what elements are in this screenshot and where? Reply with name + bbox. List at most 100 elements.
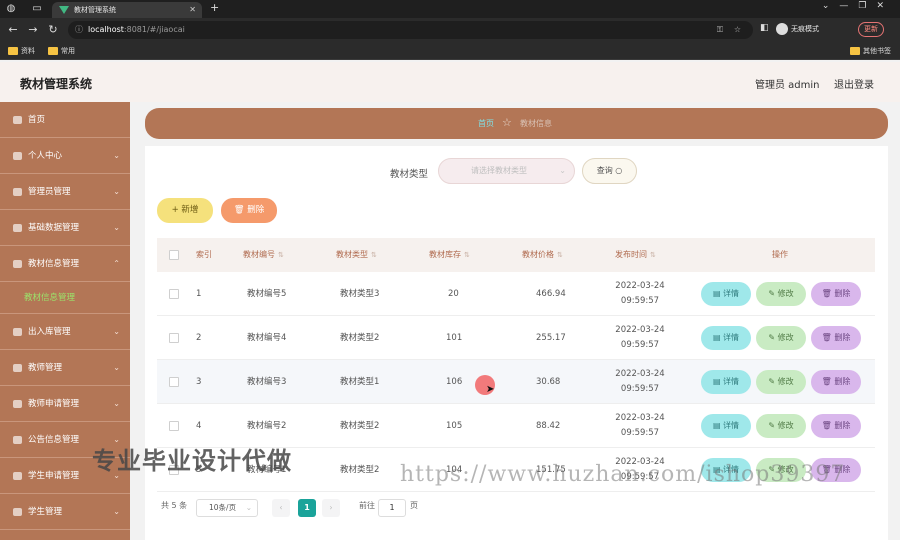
remove-label: 删除 xyxy=(834,333,851,342)
cell-price: 30.68 xyxy=(536,377,561,387)
remove-button[interactable]: 🗑 删除 xyxy=(811,414,861,438)
new-tab-icon[interactable]: + xyxy=(210,1,219,14)
sidebar-item-label: 公告信息管理 xyxy=(28,435,80,445)
other-bookmarks[interactable]: 其他书签 xyxy=(850,45,891,57)
page-size-value: 10条/页 xyxy=(209,503,237,512)
search-button[interactable]: 查询 ○ xyxy=(582,158,637,184)
mouse-cursor-icon: ➤ xyxy=(486,384,495,395)
detail-button[interactable]: ▤ 详情 xyxy=(701,414,751,438)
tab-search-icon[interactable]: ▭ xyxy=(30,2,44,16)
row-checkbox[interactable] xyxy=(169,377,179,387)
cell-code: 教材编号3 xyxy=(247,377,287,387)
url-host: localhost xyxy=(88,25,124,34)
back-icon[interactable]: ← xyxy=(6,23,20,36)
sidebar-item-textbook-info[interactable]: 教材信息管理 ⌃ xyxy=(0,246,130,282)
row-checkbox[interactable] xyxy=(169,289,179,299)
table-row[interactable]: 3 教材编号3 教材类型1 106 30.68 2022-03-24 09:59… xyxy=(157,360,875,404)
sidebar-item-basic-data[interactable]: 基础数据管理 ⌄ xyxy=(0,210,130,246)
row-checkbox[interactable] xyxy=(169,333,179,343)
col-code[interactable]: 教材编号 ⇅ xyxy=(243,238,284,272)
cell-type: 教材类型1 xyxy=(340,377,380,387)
site-info-icon[interactable]: ⓘ xyxy=(75,21,83,39)
sidebar-item-teacher[interactable]: 教师管理 ⌄ xyxy=(0,350,130,386)
row-checkbox[interactable] xyxy=(169,421,179,431)
col-type[interactable]: 教材类型 ⇅ xyxy=(336,238,377,272)
url-field[interactable]: ⓘ localhost:8081/#/jiaocai ⚿ ☆ xyxy=(68,21,753,39)
page-number-current[interactable]: 1 xyxy=(298,499,316,517)
sidebar-item-home[interactable]: 首页 xyxy=(0,102,130,138)
browser-menu-icon[interactable]: ◍ xyxy=(4,2,18,16)
detail-button[interactable]: ▤ 详情 xyxy=(701,326,751,350)
tab-title: 教材管理系统 xyxy=(74,6,116,14)
remove-button[interactable]: 🗑 删除 xyxy=(811,326,861,350)
sidebar-item-student[interactable]: 学生管理 ⌄ xyxy=(0,494,130,530)
breadcrumb-home[interactable]: 首页 xyxy=(478,118,494,129)
watermark-text: 专业毕业设计代做 xyxy=(92,447,292,475)
page-size-select[interactable]: 10条/页 ⌄ xyxy=(196,499,258,517)
teacher-icon xyxy=(13,364,22,372)
sidebar-item-inventory[interactable]: 出入库管理 ⌄ xyxy=(0,314,130,350)
book-icon xyxy=(13,260,22,268)
data-icon xyxy=(13,224,22,232)
remove-button[interactable]: 🗑 删除 xyxy=(811,282,861,306)
sort-icon[interactable]: ⇅ xyxy=(557,251,563,259)
sidebar-item-teacher-request[interactable]: 教师申请管理 ⌄ xyxy=(0,386,130,422)
edit-button[interactable]: ✎ 修改 xyxy=(756,326,806,350)
edit-button[interactable]: ✎ 修改 xyxy=(756,414,806,438)
browser-tab[interactable]: 教材管理系统 ✕ xyxy=(52,2,202,18)
reload-icon[interactable]: ↻ xyxy=(46,23,60,36)
next-page-button[interactable]: › xyxy=(322,499,340,517)
sidebar-item-profile[interactable]: 个人中心 ⌄ xyxy=(0,138,130,174)
col-stock[interactable]: 教材库存 ⇅ xyxy=(429,238,470,272)
sort-icon[interactable]: ⇅ xyxy=(278,251,284,259)
chevron-down-icon: ⌄ xyxy=(113,151,120,160)
col-stock-label: 教材库存 xyxy=(429,250,461,259)
edit-button[interactable]: ✎ 修改 xyxy=(756,370,806,394)
search-button-label: 查询 xyxy=(596,166,613,175)
bookmark-star-icon[interactable]: ☆ xyxy=(734,21,741,39)
prev-page-button[interactable]: ‹ xyxy=(272,499,290,517)
col-actions: 操作 xyxy=(772,250,788,259)
textbook-type-select[interactable]: 请选择教材类型 ⌄ xyxy=(438,158,575,184)
browser-tab-bar: ◍ ▭ 教材管理系统 ✕ + ⌄—❐✕ xyxy=(0,0,900,18)
sort-icon[interactable]: ⇅ xyxy=(464,251,470,259)
table-header: 索引 教材编号 ⇅ 教材类型 ⇅ 教材库存 ⇅ 教材价格 ⇅ 发布时间 ⇅ 操作 xyxy=(157,238,875,272)
delete-button-label: 删除 xyxy=(247,205,265,215)
current-user: 管理员 admin xyxy=(755,80,820,91)
cell-price: 255.17 xyxy=(536,333,566,343)
incognito-indicator[interactable]: 无痕模式 xyxy=(776,23,819,35)
cell-price: 466.94 xyxy=(536,289,566,299)
bookmarks-bar: 资料 常用 其他书签 xyxy=(0,42,900,60)
table-row[interactable]: 1 教材编号5 教材类型3 20 466.94 2022-03-24 09:59… xyxy=(157,272,875,316)
chevron-down-icon: ⌄ xyxy=(113,399,120,408)
update-button[interactable]: 更新 xyxy=(858,22,884,37)
goto-page-input[interactable]: 1 xyxy=(378,499,406,517)
side-panel-icon[interactable]: ◧ xyxy=(760,23,769,33)
edit-button[interactable]: ✎ 修改 xyxy=(756,282,806,306)
detail-button[interactable]: ▤ 详情 xyxy=(701,370,751,394)
add-button[interactable]: + 新增 xyxy=(157,198,213,223)
select-all-checkbox[interactable] xyxy=(169,250,179,260)
key-icon[interactable]: ⚿ xyxy=(717,21,723,39)
detail-button[interactable]: ▤ 详情 xyxy=(701,282,751,306)
goto-label: 前往 xyxy=(359,501,375,510)
window-controls[interactable]: ⌄—❐✕ xyxy=(822,1,894,11)
sidebar-subitem-textbook-info[interactable]: 教材信息管理 xyxy=(0,282,130,314)
sidebar-item-label: 基础数据管理 xyxy=(28,223,80,233)
close-tab-icon[interactable]: ✕ xyxy=(189,2,196,18)
delete-button[interactable]: 🗑 删除 xyxy=(221,198,277,223)
cell-stock: 106 xyxy=(446,377,463,387)
remove-button[interactable]: 🗑 删除 xyxy=(811,370,861,394)
sidebar-item-admin[interactable]: 管理员管理 ⌄ xyxy=(0,174,130,210)
forward-icon[interactable]: → xyxy=(26,23,40,36)
table-row[interactable]: 2 教材编号4 教材类型2 101 255.17 2022-03-24 09:5… xyxy=(157,316,875,360)
col-date[interactable]: 发布时间 ⇅ xyxy=(615,238,656,272)
bookmark-folder-2[interactable]: 常用 xyxy=(48,45,75,57)
chevron-down-icon: ⌄ xyxy=(113,507,120,516)
cell-code: 教材编号4 xyxy=(247,333,287,343)
col-price[interactable]: 教材价格 ⇅ xyxy=(522,238,563,272)
sort-icon[interactable]: ⇅ xyxy=(650,251,656,259)
sort-icon[interactable]: ⇅ xyxy=(371,251,377,259)
bookmark-folder-1[interactable]: 资料 xyxy=(8,45,35,57)
logout-link[interactable]: 退出登录 xyxy=(834,76,874,91)
